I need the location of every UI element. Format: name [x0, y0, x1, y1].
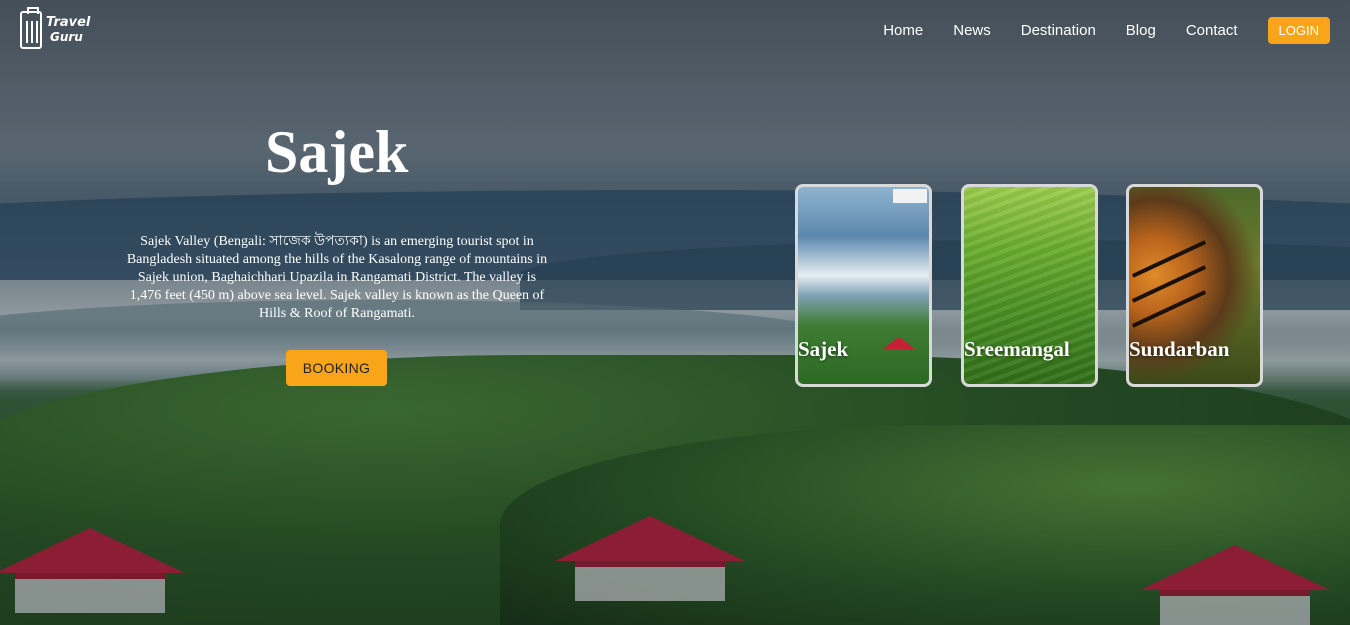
- hero-title: Sajek: [265, 119, 409, 185]
- nav-link-contact[interactable]: Contact: [1186, 22, 1238, 39]
- destination-card-sajek[interactable]: Sajek: [795, 184, 932, 387]
- card-badge: [893, 189, 927, 203]
- login-button[interactable]: LOGIN: [1267, 16, 1330, 44]
- nav-link-destination[interactable]: Destination: [1021, 22, 1096, 39]
- logo-text: Travel Guru: [46, 15, 91, 45]
- logo-line-2: Guru: [50, 30, 83, 44]
- logo-line-1: Travel: [46, 15, 91, 30]
- nav-link-blog[interactable]: Blog: [1126, 22, 1156, 39]
- nav-link-news[interactable]: News: [953, 22, 991, 39]
- card-label: Sajek: [798, 337, 849, 361]
- suitcase-icon: [20, 7, 42, 49]
- booking-button[interactable]: BOOKING: [286, 350, 387, 386]
- card-label: Sundarban: [1129, 337, 1230, 361]
- destination-card-sundarban[interactable]: Sundarban: [1126, 184, 1263, 387]
- navbar: Travel Guru Home News Destination Blog C…: [0, 0, 1350, 60]
- destination-card-sreemangal[interactable]: Sreemangal: [961, 184, 1098, 387]
- hero-description: Sajek Valley (Bengali: সাজেক উপত্যকা) is…: [126, 234, 548, 321]
- nav-link-home[interactable]: Home: [883, 22, 923, 39]
- nav-links: Home News Destination Blog Contact LOGIN: [853, 16, 1330, 44]
- red-roof-hut: [883, 337, 915, 349]
- card-label: Sreemangal: [964, 337, 1070, 361]
- logo[interactable]: Travel Guru: [20, 7, 91, 49]
